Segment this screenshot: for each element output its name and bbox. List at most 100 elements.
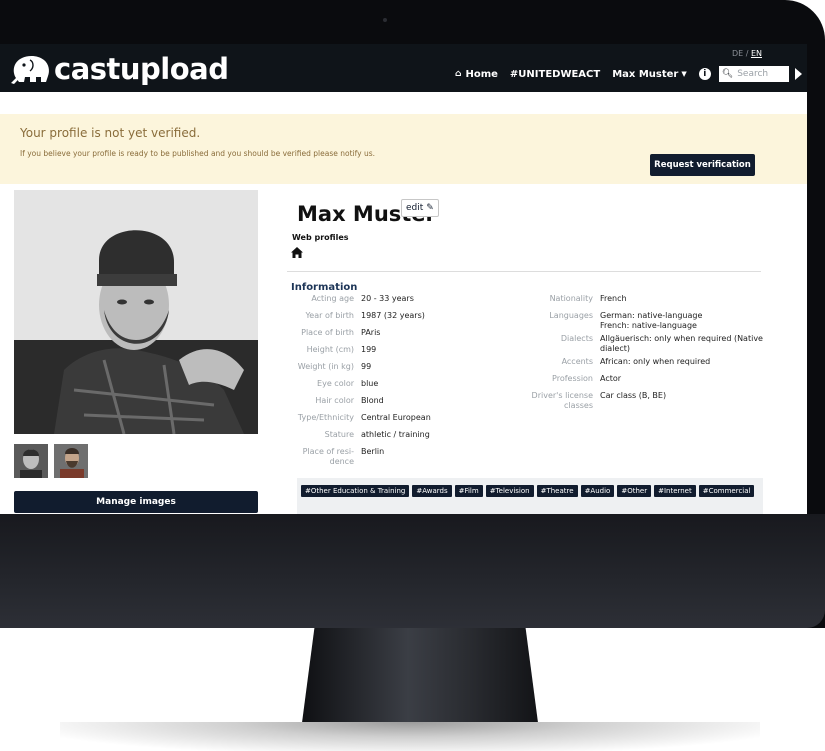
pencil-edit-icon: ✎ — [426, 203, 434, 213]
tag[interactable]: #Other Education & Training — [301, 485, 410, 497]
info-value: 199 — [361, 345, 377, 354]
user-menu-label: Max Muster — [612, 68, 679, 80]
info-label: Nationality — [549, 294, 593, 303]
info-label: Weight (in kg) — [297, 362, 354, 371]
info-value-line: Allgäuerisch: only when required (Native — [600, 334, 763, 343]
tag-list: #Other Education & Training #Awards #Fil… — [301, 485, 761, 497]
webcam — [383, 18, 387, 22]
elephant-logo-icon — [11, 55, 49, 84]
home-icon[interactable] — [291, 247, 303, 258]
info-row: Accents African: only when required — [485, 357, 711, 367]
request-verification-button[interactable]: Request verification — [650, 154, 755, 176]
info-value: Central European — [361, 413, 431, 422]
info-row: Acting age 20 - 33 years — [287, 294, 414, 304]
info-value-line: German: native-language — [600, 311, 703, 320]
info-row: Type/Ethnicity Central European — [287, 413, 431, 423]
tag[interactable]: #Audio — [580, 485, 615, 497]
info-row: Stature athletic / training — [287, 430, 430, 440]
search-placeholder: Search — [737, 69, 769, 79]
edit-label: edit — [406, 203, 424, 213]
language-switcher: DE / EN — [732, 49, 762, 58]
home-icon: ⌂ — [455, 69, 462, 79]
photo-thumbnails — [14, 444, 88, 478]
caret-down-icon: ▼ — [681, 70, 687, 78]
info-row: Nationality French — [485, 294, 627, 304]
profile-photo[interactable] — [14, 190, 258, 434]
tag[interactable]: #Theatre — [536, 485, 578, 497]
info-label: Profession — [552, 374, 593, 383]
thumbnail-2[interactable] — [54, 444, 88, 478]
info-label: Height (cm) — [306, 345, 354, 354]
manage-images-button[interactable]: Manage images — [14, 491, 258, 513]
nav-home-label: Home — [465, 68, 498, 80]
info-value: PAris — [361, 328, 381, 337]
verification-alert: Your profile is not yet verified. If you… — [0, 114, 807, 184]
tags-panel: #Other Education & Training #Awards #Fil… — [297, 478, 763, 514]
tag[interactable]: #Commercial — [698, 485, 755, 497]
info-label: Place of birth — [301, 328, 354, 337]
info-label: Accents — [561, 357, 593, 366]
alert-text: If you believe your profile is ready to … — [20, 149, 375, 158]
info-value: 1987 (32 years) — [361, 311, 425, 320]
info-label-line: Driver's license — [531, 391, 593, 400]
info-row: Languages German: native-language French… — [485, 311, 702, 331]
info-row: Place of birth PAris — [287, 328, 380, 338]
info-row: Hair color Blond — [287, 396, 384, 406]
brand-name: castupload — [54, 52, 229, 86]
info-value: blue — [361, 379, 379, 388]
info-label: Dialects — [560, 334, 593, 343]
info-label: Stature — [324, 430, 354, 439]
info-label: Year of birth — [305, 311, 354, 320]
info-value: Actor — [600, 374, 622, 383]
section-divider — [287, 271, 761, 272]
info-label: Hair color — [315, 396, 354, 405]
tag[interactable]: #Other — [617, 485, 652, 497]
search-input[interactable]: 🔍︎ Search — [718, 66, 789, 82]
info-value: 20 - 33 years — [361, 294, 414, 303]
info-label-line: classes — [564, 401, 593, 410]
info-label: Acting age — [311, 294, 354, 303]
lang-en[interactable]: EN — [751, 49, 762, 58]
info-value: athletic / training — [361, 430, 430, 439]
tag[interactable]: #Awards — [412, 485, 452, 497]
info-row: Driver's license classes Car class (B, B… — [485, 391, 667, 411]
info-value-line: French: native-language — [600, 321, 697, 330]
tag[interactable]: #Internet — [654, 485, 696, 497]
web-profiles-label: Web profiles — [292, 233, 349, 242]
info-value: Berlin — [361, 447, 385, 456]
alert-title: Your profile is not yet verified. — [20, 126, 201, 140]
tag[interactable]: #Film — [454, 485, 483, 497]
thumbnail-image — [14, 444, 48, 478]
info-value: Allgäuerisch: only when required (Native… — [600, 334, 765, 354]
info-label: Driver's license classes — [485, 391, 593, 411]
nav-unitedweact[interactable]: #UNITEDWEACT — [510, 69, 600, 80]
info-value-line: dialect) — [600, 344, 631, 353]
info-row: Dialects Allgäuerisch: only when require… — [485, 334, 765, 354]
lang-de[interactable]: DE — [732, 49, 743, 58]
info-value: Blond — [361, 396, 384, 405]
brand-logo[interactable]: castupload — [10, 50, 229, 88]
info-label: Type/Ethnicity — [297, 413, 354, 422]
info-value: African: only when required — [600, 357, 711, 366]
nav-home[interactable]: ⌂ Home — [455, 69, 498, 80]
monitor-chin — [0, 514, 825, 628]
info-row: Place of resi- dence Berlin — [287, 447, 385, 467]
info-row: Profession Actor — [485, 374, 621, 384]
tag[interactable]: #Television — [485, 485, 534, 497]
info-label: Place of resi- dence — [287, 447, 354, 467]
nav-arrow-icon[interactable] — [794, 68, 802, 80]
monitor-base-shadow — [60, 722, 760, 751]
info-icon[interactable]: i — [698, 68, 711, 80]
nav-unitedweact-label: #UNITEDWEACT — [509, 68, 601, 80]
thumbnail-1[interactable] — [14, 444, 48, 478]
info-row: Year of birth 1987 (32 years) — [287, 311, 425, 321]
info-label-line: Place of resi- — [302, 447, 354, 456]
info-value: French — [600, 294, 627, 303]
navbar: castupload DE / EN ⌂ Home #UNITEDWEACT M… — [0, 44, 807, 92]
info-row: Weight (in kg) 99 — [287, 362, 371, 372]
user-menu[interactable]: Max Muster ▼ — [612, 69, 687, 80]
edit-button[interactable]: edit ✎ — [401, 199, 439, 217]
info-label-line: dence — [329, 457, 354, 466]
info-value: German: native-language French: native-l… — [600, 311, 702, 331]
thumbnail-image — [54, 444, 88, 478]
